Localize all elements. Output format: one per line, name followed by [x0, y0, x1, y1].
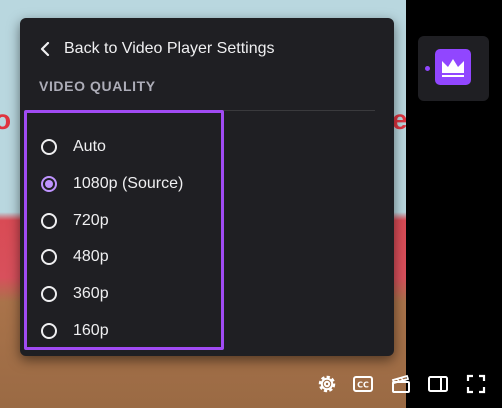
video-overlay-text-fragment: o — [0, 104, 14, 135]
option-label: 160p — [73, 322, 109, 339]
live-indicator-dot — [425, 66, 430, 71]
option-label: 1080p (Source) — [73, 175, 184, 192]
video-quality-menu: Back to Video Player Settings VIDEO QUAL… — [20, 18, 394, 356]
radio-button-selected[interactable] — [41, 176, 57, 192]
theatre-mode-icon[interactable] — [426, 372, 450, 396]
radio-button[interactable] — [41, 139, 57, 155]
option-label: 480p — [73, 248, 109, 265]
settings-gear-icon[interactable] — [315, 372, 339, 396]
svg-text:CC: CC — [357, 381, 369, 390]
quality-option-1080p[interactable]: 1080p (Source) — [41, 171, 183, 197]
quality-options-highlight: Auto 1080p (Source) 720p 480p 360p 160p — [24, 110, 224, 350]
clip-icon[interactable] — [389, 372, 413, 396]
back-to-settings-button[interactable]: Back to Video Player Settings — [38, 36, 275, 62]
radio-button[interactable] — [41, 286, 57, 302]
back-label: Back to Video Player Settings — [64, 40, 275, 57]
option-label: 720p — [73, 212, 109, 229]
radio-button[interactable] — [41, 213, 57, 229]
closed-captions-icon[interactable]: CC — [351, 372, 375, 396]
option-label: 360p — [73, 285, 109, 302]
radio-button[interactable] — [41, 323, 57, 339]
option-label: Auto — [73, 138, 106, 155]
chevron-left-icon — [40, 42, 50, 56]
quality-option-160p[interactable]: 160p — [41, 318, 109, 344]
quality-option-720p[interactable]: 720p — [41, 208, 109, 234]
quality-option-auto[interactable]: Auto — [41, 134, 106, 160]
section-title: VIDEO QUALITY — [39, 78, 156, 94]
fullscreen-icon[interactable] — [464, 372, 488, 396]
crown-icon — [435, 49, 471, 85]
channel-badge[interactable] — [418, 36, 489, 101]
video-overlay-text-fragment: e — [392, 104, 406, 135]
player-controls: CC — [0, 372, 502, 396]
quality-option-480p[interactable]: 480p — [41, 244, 109, 270]
radio-button[interactable] — [41, 249, 57, 265]
quality-option-360p[interactable]: 360p — [41, 281, 109, 307]
